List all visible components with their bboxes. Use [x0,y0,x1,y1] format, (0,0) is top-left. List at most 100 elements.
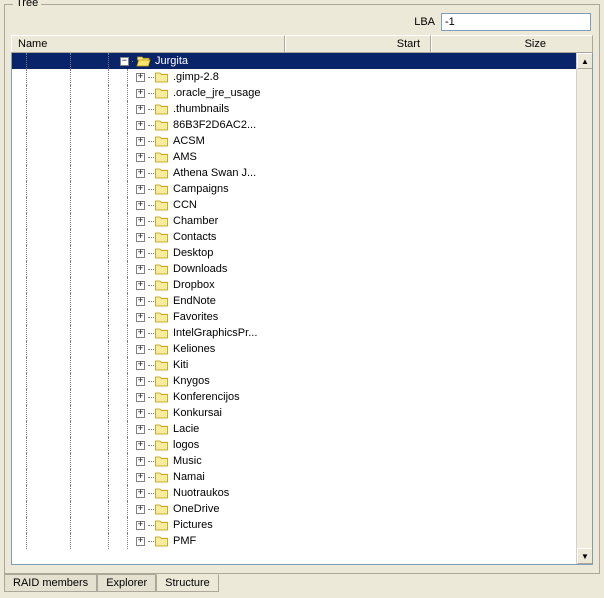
expander-icon[interactable]: − [120,57,129,66]
tree-row[interactable]: +Nuotraukos [12,485,576,501]
expander-icon[interactable]: + [136,137,145,146]
expander-icon[interactable]: + [136,425,145,434]
expander-icon[interactable]: + [136,265,145,274]
tree-row[interactable]: +Favorites [12,309,576,325]
expander-icon[interactable]: + [136,537,145,546]
tree-row[interactable]: +Pictures [12,517,576,533]
tree-row[interactable]: +PMF [12,533,576,549]
folder-icon [154,391,169,403]
expander-icon[interactable]: + [136,281,145,290]
header-size[interactable]: Size [431,35,593,52]
tree-row[interactable]: + Music [12,453,576,469]
tree-row[interactable]: +.oracle_jre_usage [12,85,576,101]
folder-icon [154,183,169,195]
expander-icon[interactable]: + [136,329,145,338]
expander-icon[interactable]: + [136,505,145,514]
expander-icon[interactable]: + [136,377,145,386]
tree-row[interactable]: + Chamber [12,213,576,229]
expander-icon[interactable]: + [136,313,145,322]
tree-row[interactable]: +86B3F2D6AC2... [12,117,576,133]
tree-row-label: logos [173,439,199,451]
scroll-down-icon[interactable]: ▼ [577,548,593,564]
folder-icon [154,343,169,355]
tree-row[interactable]: +CCN [12,197,576,213]
tree-row-label: Chamber [173,215,218,227]
expander-icon[interactable]: + [136,153,145,162]
tab-explorer[interactable]: Explorer [97,574,156,592]
tree-row[interactable]: +Desktop [12,245,576,261]
tree-body[interactable]: − Jurgita + .gimp-2.8 +.oracle_jre_usage + .th… [12,53,576,564]
expander-icon[interactable]: + [136,521,145,530]
tree-row-label: Konkursai [173,407,222,419]
tree-row[interactable]: + Contacts [12,229,576,245]
folder-icon [154,327,169,339]
tree-row-label: Campaigns [173,183,229,195]
tree-row[interactable]: + AMS [12,149,576,165]
tree-row[interactable]: + Konkursai [12,405,576,421]
tree-row[interactable]: +Downloads [12,261,576,277]
header-start[interactable]: Start [285,35,431,52]
tree-row-label: .thumbnails [173,103,229,115]
expander-icon[interactable]: + [136,457,145,466]
tree-row[interactable]: + Lacie [12,421,576,437]
tree-row-label: Keliones [173,343,215,355]
scrollbar[interactable]: ▲ ▼ [576,53,592,564]
tab-raid-members[interactable]: RAID members [4,574,97,592]
tree-row[interactable]: + Keliones [12,341,576,357]
tree-row[interactable]: +Kiti [12,357,576,373]
expander-icon[interactable]: + [136,105,145,114]
tree-row[interactable]: +Konferencijos [12,389,576,405]
expander-icon[interactable]: + [136,345,145,354]
expander-icon[interactable]: + [136,201,145,210]
expander-icon[interactable]: + [136,361,145,370]
scroll-track[interactable] [577,69,592,548]
folder-icon [154,423,169,435]
scroll-up-icon[interactable]: ▲ [577,53,593,69]
tree-row-label: ACSM [173,135,205,147]
tree-row-label: Music [173,455,202,467]
tree-row-label: AMS [173,151,197,163]
tree-row[interactable]: +Athena Swan J... [12,165,576,181]
tree-row[interactable]: +Knygos [12,373,576,389]
tree-row[interactable]: + Campaigns [12,181,576,197]
folder-icon [154,71,169,83]
expander-icon[interactable]: + [136,233,145,242]
tree-row[interactable]: +IntelGraphicsPr... [12,325,576,341]
expander-icon[interactable]: + [136,489,145,498]
tree-row[interactable]: + .gimp-2.8 [12,69,576,85]
expander-icon[interactable]: + [136,121,145,130]
folder-icon [154,311,169,323]
tree-row[interactable]: + ACSM [12,133,576,149]
tree-root-label: Jurgita [155,55,188,67]
folder-icon [154,535,169,547]
expander-icon[interactable]: + [136,393,145,402]
expander-icon[interactable]: + [136,89,145,98]
expander-icon[interactable]: + [136,473,145,482]
tree-row-label: Contacts [173,231,216,243]
tab-structure[interactable]: Structure [156,574,219,592]
expander-icon[interactable]: + [136,441,145,450]
expander-icon[interactable]: + [136,217,145,226]
expander-icon[interactable]: + [136,185,145,194]
tree-row[interactable]: + .thumbnails [12,101,576,117]
tree-row[interactable]: +Namai [12,469,576,485]
folder-icon [154,135,169,147]
tree-root-row[interactable]: − Jurgita [12,53,576,69]
header-name[interactable]: Name [11,35,285,52]
expander-icon[interactable]: + [136,409,145,418]
tree-row-label: .gimp-2.8 [173,71,219,83]
folder-icon [154,503,169,515]
folder-icon [154,199,169,211]
expander-icon[interactable]: + [136,73,145,82]
tree-row[interactable]: +EndNote [12,293,576,309]
tree-row[interactable]: + logos [12,437,576,453]
lba-input[interactable] [441,13,591,31]
expander-icon[interactable]: + [136,169,145,178]
lba-row: LBA [414,13,591,31]
tree-row-label: Lacie [173,423,199,435]
expander-icon[interactable]: + [136,249,145,258]
expander-icon[interactable]: + [136,297,145,306]
tree-row[interactable]: +Dropbox [12,277,576,293]
tree-row[interactable]: +OneDrive [12,501,576,517]
folder-icon [154,103,169,115]
